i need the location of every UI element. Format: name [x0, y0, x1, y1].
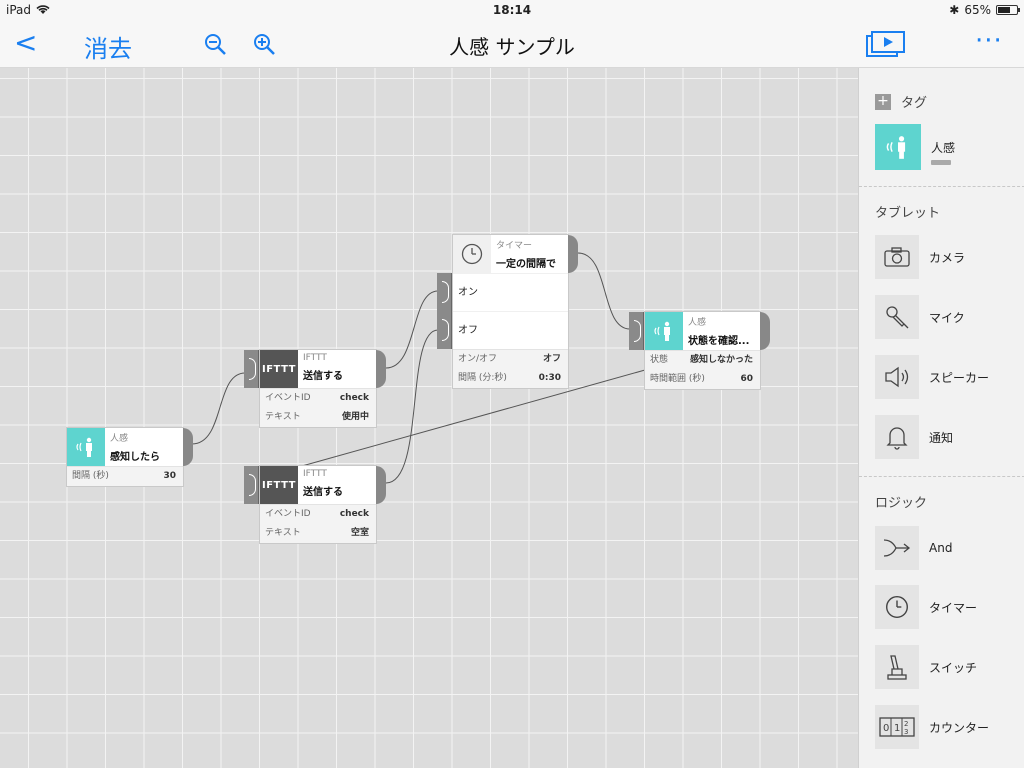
palette-item-switch[interactable]: スイッチ	[875, 645, 977, 689]
back-button[interactable]: <	[14, 26, 37, 59]
check-state-node[interactable]: 人感 状態を確認... 状態 感知しなかった 時間範囲 (秒) 60	[645, 312, 760, 389]
bell-icon	[875, 415, 919, 459]
ifttt-send-node-1[interactable]: IFTTT IFTTT 送信する イベントID check テキスト 使用中	[260, 350, 376, 427]
input-port[interactable]	[244, 350, 260, 388]
node-property: イベントID check	[265, 509, 369, 519]
zoom-out-icon[interactable]	[203, 32, 227, 56]
present-icon[interactable]	[866, 30, 906, 58]
palette-item-notification[interactable]: 通知	[875, 415, 953, 459]
clock-icon	[875, 585, 919, 629]
node-category: IFTTT	[303, 353, 327, 363]
svg-text:3: 3	[904, 728, 908, 736]
node-category: タイマー	[496, 241, 533, 251]
timer-off-row: オフ	[453, 311, 568, 349]
palette-item-camera[interactable]: カメラ	[875, 235, 965, 279]
tag-label: 人感	[931, 140, 956, 155]
component-palette: + タグ 人感 タブレット カメラ マイク スピーカー 通知 ロジック And …	[858, 68, 1024, 768]
input-port-on[interactable]	[437, 273, 453, 311]
node-property: オン/オフ オフ	[458, 354, 561, 364]
palette-item-and[interactable]: And	[875, 526, 952, 570]
node-category: 人感	[110, 434, 129, 444]
palette-item-counter[interactable]: 0123 カウンター	[875, 705, 989, 749]
timer-node[interactable]: タイマー 一定の間隔で オン オフ オン/オフ オフ 間隔 (分:秒) 0:30	[453, 235, 568, 388]
status-bar: iPad 18:14 ✱ 65%	[0, 0, 1024, 20]
svg-text:1: 1	[894, 723, 900, 734]
battery-level-icon	[931, 160, 951, 165]
node-category: IFTTT	[303, 469, 327, 479]
node-property: イベントID check	[265, 393, 369, 403]
connection-wires	[191, 252, 646, 484]
clock-icon	[453, 235, 491, 273]
node-property: テキスト 空室	[265, 528, 369, 538]
more-button[interactable]: ···	[975, 26, 1003, 56]
battery-percent: 65%	[964, 3, 991, 17]
timer-on-row: オン	[453, 273, 568, 311]
palette-item-mic[interactable]: マイク	[875, 295, 965, 339]
node-category: 人感	[688, 318, 707, 328]
output-port[interactable]	[376, 466, 386, 504]
ifttt-send-node-2[interactable]: IFTTT IFTTT 送信する イベントID check テキスト 空室	[260, 466, 376, 543]
node-title: 送信する	[303, 487, 343, 498]
logic-section-header: ロジック	[875, 496, 928, 511]
person-sensor-icon	[67, 428, 105, 466]
navigation-bar: < 消去 人感 サンプル ···	[0, 20, 1024, 68]
node-property: 間隔 (分:秒) 0:30	[458, 373, 561, 383]
output-port[interactable]	[376, 350, 386, 388]
svg-text:0: 0	[883, 723, 889, 734]
microphone-icon	[875, 295, 919, 339]
node-title: 送信する	[303, 371, 343, 382]
svg-text:2: 2	[904, 720, 908, 728]
output-port[interactable]	[760, 312, 770, 350]
input-port[interactable]	[629, 312, 645, 350]
flow-canvas[interactable]: 人感 感知したら 間隔 (秒) 30 IFTTT IFTTT 送信する イベントI…	[0, 68, 858, 768]
node-title: 状態を確認...	[688, 336, 750, 347]
clear-button[interactable]: 消去	[84, 29, 132, 64]
ifttt-icon: IFTTT	[260, 466, 298, 504]
output-port[interactable]	[568, 235, 578, 273]
tablet-section-header: タブレット	[875, 206, 941, 221]
node-title: 感知したら	[110, 452, 160, 463]
clock: 18:14	[492, 3, 532, 17]
input-port-off[interactable]	[437, 311, 453, 349]
speaker-icon	[875, 355, 919, 399]
battery-icon	[996, 5, 1020, 15]
node-title: 一定の間隔で	[496, 259, 556, 270]
tag-section-header: + タグ	[875, 92, 927, 111]
bluetooth-icon: ✱	[949, 3, 960, 17]
node-property: 時間範囲 (秒) 60	[650, 374, 753, 384]
lever-switch-icon	[875, 645, 919, 689]
counter-icon: 0123	[875, 705, 919, 749]
and-merge-icon	[875, 526, 919, 570]
palette-item-timer[interactable]: タイマー	[875, 585, 977, 629]
input-port[interactable]	[244, 466, 260, 504]
node-property: テキスト 使用中	[265, 412, 369, 422]
add-tag-button[interactable]: +	[875, 93, 891, 110]
node-property: 状態 感知しなかった	[650, 355, 753, 365]
palette-item-speaker[interactable]: スピーカー	[875, 355, 989, 399]
person-sensor-icon	[875, 124, 921, 170]
node-property: 間隔 (秒) 30	[72, 471, 176, 481]
zoom-in-icon[interactable]	[252, 32, 276, 56]
ifttt-icon: IFTTT	[260, 350, 298, 388]
camera-icon	[875, 235, 919, 279]
person-sensor-icon	[645, 312, 683, 350]
sensor-node[interactable]: 人感 感知したら 間隔 (秒) 30	[67, 428, 183, 486]
output-port[interactable]	[183, 428, 193, 466]
